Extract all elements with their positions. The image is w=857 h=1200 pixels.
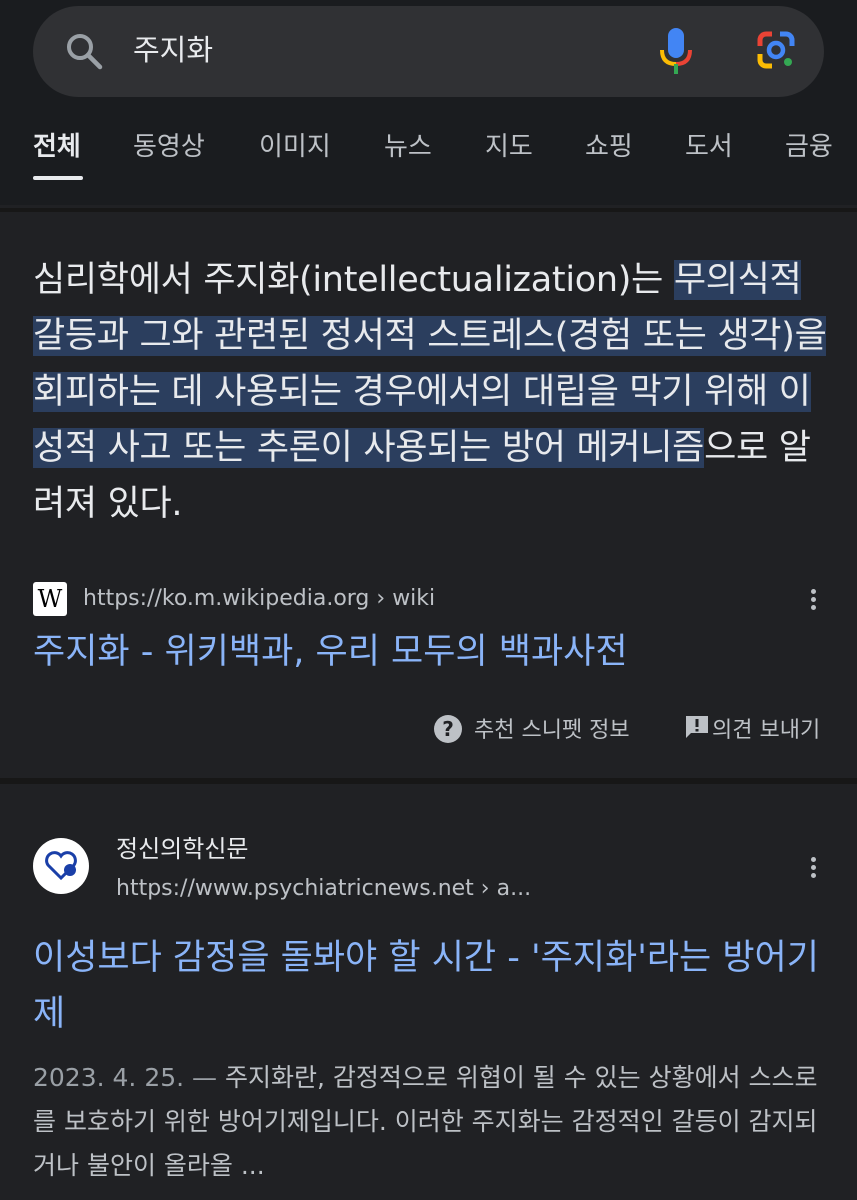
feedback-icon[interactable] <box>684 714 710 740</box>
date-separator: — <box>184 1063 225 1092</box>
result-date: 2023. 4. 25. <box>33 1063 185 1092</box>
result-snippet: 2023. 4. 25. — 주지화란, 감정적으로 위협이 될 수 있는 상황… <box>33 1056 828 1188</box>
tab-maps[interactable]: 지도 <box>485 130 533 164</box>
wikipedia-logo-icon: W <box>33 582 67 616</box>
result-title-link[interactable]: 주지화 - 위키백과, 우리 모두의 백과사전 <box>33 624 628 680</box>
mic-icon[interactable] <box>656 24 696 78</box>
tab-finance[interactable]: 금융 <box>785 130 833 164</box>
source-url-path: › wiki <box>369 586 436 611</box>
snippet-text-plain: 심리학에서 주지화(intellectualization)는 <box>33 260 674 300</box>
tab-shopping[interactable]: 쇼핑 <box>585 130 633 164</box>
site-url-path: › a... <box>473 876 532 901</box>
search-input[interactable]: 주지화 <box>133 30 213 70</box>
site-name[interactable]: 정신의학신문 <box>116 832 248 866</box>
site-favicon <box>33 838 89 894</box>
search-tabs: 전체 동영상 이미지 뉴스 지도 쇼핑 도서 금융 <box>0 118 857 188</box>
site-url-domain: https://www.psychiatricnews.net <box>116 876 474 901</box>
source-url[interactable]: https://ko.m.wikipedia.org › wiki <box>83 584 435 614</box>
feedback-link[interactable]: 의견 보내기 <box>712 712 820 746</box>
heart-icon <box>45 851 77 881</box>
help-circle-icon[interactable]: ? <box>433 714 463 744</box>
google-lens-icon[interactable] <box>754 28 798 72</box>
tab-videos[interactable]: 동영상 <box>133 130 205 164</box>
search-icon[interactable] <box>64 31 104 71</box>
source-url-domain: https://ko.m.wikipedia.org <box>83 586 370 611</box>
section-divider <box>0 778 857 784</box>
featured-snippet-text: 심리학에서 주지화(intellectualization)는 무의식적 갈등과… <box>33 252 833 532</box>
about-snippet-link[interactable]: 추천 스니펫 정보 <box>474 712 630 746</box>
tab-books[interactable]: 도서 <box>685 130 733 164</box>
result-title-link[interactable]: 이성보다 감정을 돌봐야 할 시간 - '주지화'라는 방어기제 <box>33 930 828 1042</box>
tab-images[interactable]: 이미지 <box>259 130 331 164</box>
more-vert-icon[interactable] <box>809 854 817 884</box>
section-divider <box>0 208 857 212</box>
tab-news[interactable]: 뉴스 <box>384 130 432 164</box>
snippet-source[interactable]: W https://ko.m.wikipedia.org › wiki <box>33 580 833 620</box>
tab-all[interactable]: 전체 <box>33 130 81 164</box>
active-tab-indicator <box>33 176 83 180</box>
more-vert-icon[interactable] <box>809 586 817 616</box>
svg-text:?: ? <box>442 717 454 741</box>
site-url[interactable]: https://www.psychiatricnews.net › a... <box>116 872 531 906</box>
